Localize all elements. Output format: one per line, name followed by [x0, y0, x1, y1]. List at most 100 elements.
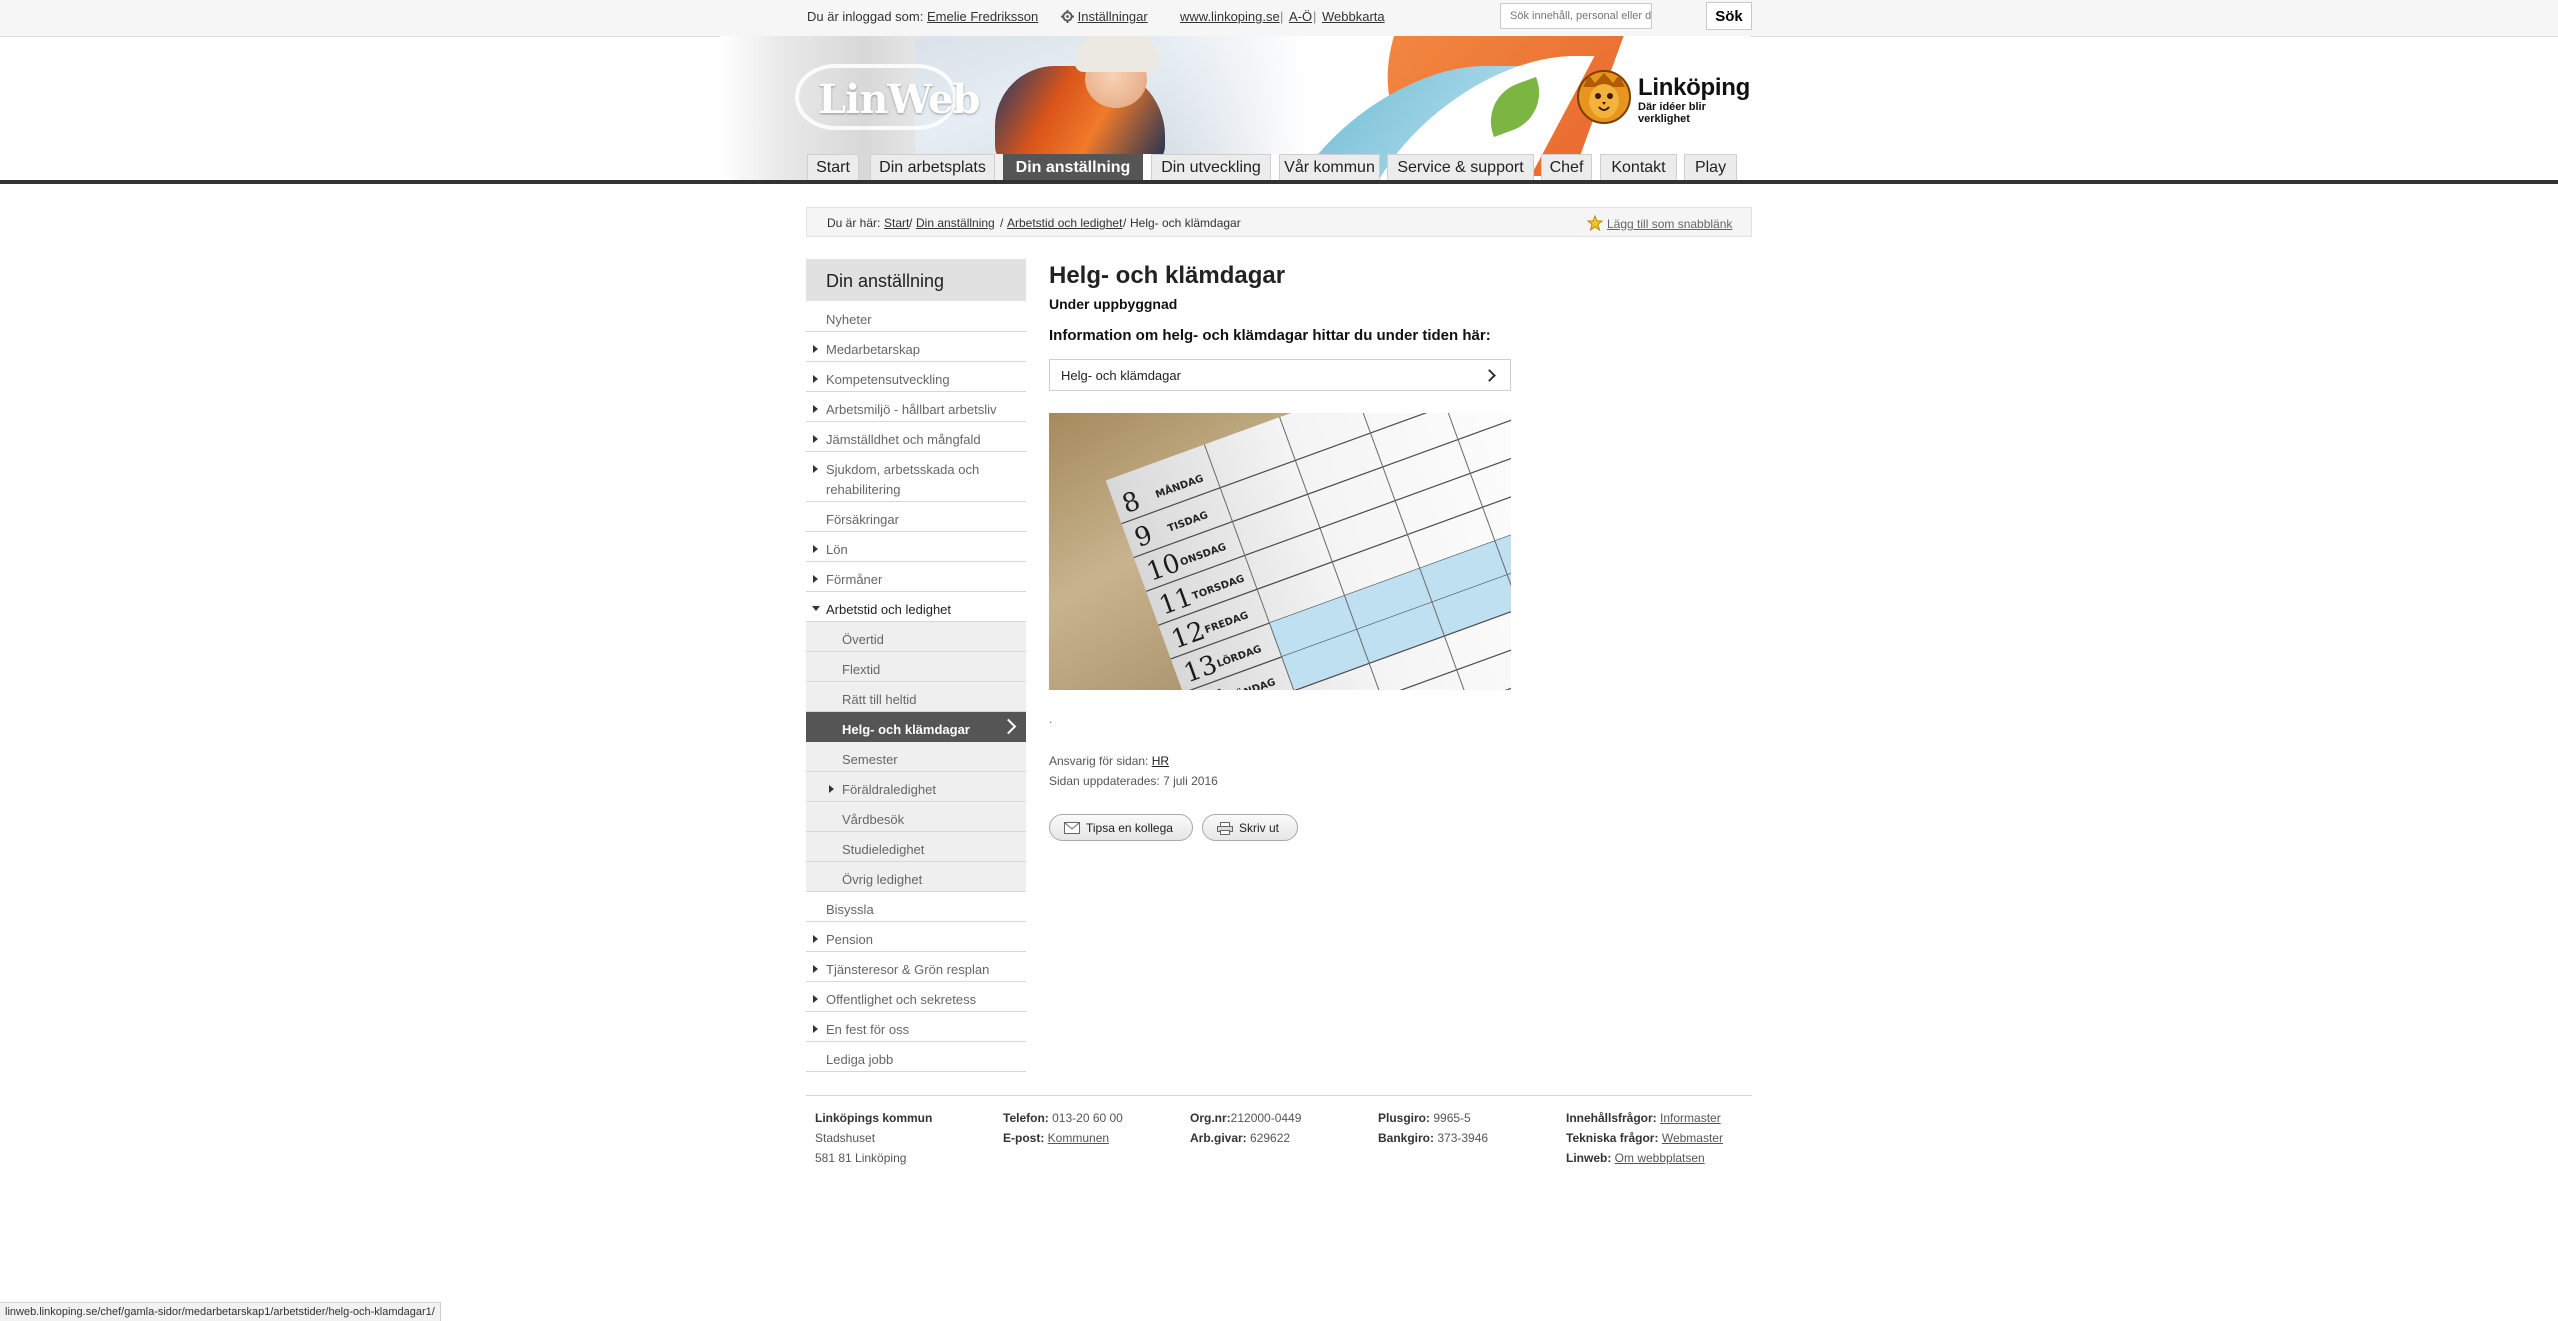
- search-button[interactable]: Sök: [1706, 2, 1752, 30]
- breadcrumb-link-din-anstallning[interactable]: Din anställning: [916, 216, 995, 230]
- sidebar-item-label: Förmåner: [826, 572, 883, 587]
- sidebar-item[interactable]: Lediga jobb: [806, 1042, 1026, 1072]
- sidebar-item[interactable]: Föräldraledighet: [806, 772, 1026, 802]
- sidebar-item-label: Rätt till heltid: [842, 692, 917, 707]
- calendar-photo: 8 MÅNDAG9 TISDAG10ONSDAG11TORSDAG12FREDAG1…: [1049, 413, 1511, 690]
- sidebar-item-label: Jämställdhet och mångfald: [826, 432, 981, 447]
- link-label: Helg- och klämdagar: [1061, 368, 1181, 383]
- sidebar-item[interactable]: Vårdbesök: [806, 802, 1026, 832]
- az-link[interactable]: A-Ö: [1289, 9, 1312, 24]
- page-title: Helg- och klämdagar: [1049, 262, 1286, 289]
- envelope-icon: [1064, 822, 1080, 834]
- expand-arrow-icon[interactable]: [813, 545, 818, 553]
- chevron-right-icon: [1000, 718, 1017, 735]
- sidebar-item-label: Sjukdom, arbetsskada och rehabilitering: [826, 462, 980, 497]
- sidebar-item[interactable]: Arbetsmiljö - hållbart arbetsliv: [806, 392, 1026, 422]
- user-name-link[interactable]: Emelie Fredriksson: [927, 9, 1038, 24]
- sidebar-item[interactable]: Semester: [806, 742, 1026, 772]
- footer-address: Linköpings kommun Stadshuset 581 81 Link…: [815, 1111, 933, 1165]
- tab-din-utveckling[interactable]: Din utveckling: [1151, 154, 1271, 180]
- expand-arrow-icon[interactable]: [813, 575, 818, 583]
- sidebar-item[interactable]: En fest för oss: [806, 1012, 1026, 1042]
- expand-arrow-icon[interactable]: [813, 1025, 818, 1033]
- breadcrumb-link-arbetstid[interactable]: Arbetstid och ledighet: [1007, 216, 1122, 230]
- footer-divider: [806, 1095, 1752, 1096]
- sitemap-link[interactable]: Webbkarta: [1322, 9, 1385, 24]
- nav-underline: [0, 180, 2558, 184]
- sidebar-item[interactable]: Övertid: [806, 622, 1026, 652]
- sidebar-item-label: Försäkringar: [826, 512, 899, 527]
- sidebar-item[interactable]: Jämställdhet och mångfald: [806, 422, 1026, 452]
- sidebar-item[interactable]: Offentlighet och sekretess: [806, 982, 1026, 1012]
- sidebar-item[interactable]: Medarbetarskap: [806, 332, 1026, 362]
- sidebar-item[interactable]: Övrig ledighet: [806, 862, 1026, 892]
- footer-webmaster-link[interactable]: Webmaster: [1662, 1131, 1723, 1145]
- sidebar-item-label: Övrig ledighet: [842, 872, 923, 887]
- sidebar-item[interactable]: Förmåner: [806, 562, 1026, 592]
- gear-icon: [1061, 10, 1074, 23]
- sidebar-title[interactable]: Din anställning: [806, 259, 1026, 301]
- expand-arrow-icon[interactable]: [813, 965, 818, 973]
- tab-service-support[interactable]: Service & support: [1387, 154, 1534, 180]
- sidebar-item[interactable]: Pension: [806, 922, 1026, 952]
- responsible-link[interactable]: HR: [1152, 754, 1169, 768]
- sidebar-item-label: Övertid: [842, 632, 884, 647]
- expand-arrow-icon[interactable]: [813, 345, 818, 353]
- sidebar-item-label: Tjänsteresor & Grön resplan: [826, 962, 990, 977]
- sidebar-item[interactable]: Arbetstid och ledighet: [806, 592, 1026, 622]
- brand-tagline: Där idéer blir verklighet: [1638, 101, 1706, 125]
- sidebar-item-label: Studieledighet: [842, 842, 925, 857]
- helg-klamdagar-link[interactable]: Helg- och klämdagar: [1049, 359, 1511, 391]
- sidebar-item[interactable]: Sjukdom, arbetsskada och rehabilitering: [806, 452, 1026, 502]
- sidebar-item[interactable]: Studieledighet: [806, 832, 1026, 862]
- chevron-right-icon: [1483, 369, 1496, 382]
- expand-arrow-icon[interactable]: [813, 465, 818, 473]
- settings-link[interactable]: Inställningar: [1061, 9, 1148, 24]
- tab-din-arbetsplats[interactable]: Din arbetsplats: [870, 154, 995, 180]
- sidebar-item[interactable]: Kompetensutveckling: [806, 362, 1026, 392]
- expand-arrow-icon[interactable]: [813, 375, 818, 383]
- tab-var-kommun[interactable]: Vår kommun: [1279, 154, 1380, 180]
- add-shortcut-link[interactable]: Lägg till som snabblänk: [1607, 217, 1732, 231]
- sidebar-item-label: Pension: [826, 932, 873, 947]
- expand-arrow-icon[interactable]: [813, 405, 818, 413]
- lion-logo-icon[interactable]: [1577, 69, 1631, 125]
- sidebar-item[interactable]: Bisyssla: [806, 892, 1026, 922]
- footer-about-link[interactable]: Om webbplatsen: [1615, 1151, 1705, 1165]
- sidebar-item-label: Kompetensutveckling: [826, 372, 950, 387]
- sidebar-item[interactable]: Nyheter: [806, 302, 1026, 332]
- footer-contact: Telefon: 013-20 60 00 E-post: Kommunen: [1003, 1111, 1123, 1145]
- sidebar-item[interactable]: Rätt till heltid: [806, 682, 1026, 712]
- collapse-arrow-icon[interactable]: [812, 606, 820, 611]
- expand-arrow-icon[interactable]: [813, 935, 818, 943]
- footer-org: Org.nr:212000-0449 Arb.givar: 629622: [1190, 1111, 1302, 1145]
- sidebar-item[interactable]: Flextid: [806, 652, 1026, 682]
- expand-arrow-icon[interactable]: [813, 995, 818, 1003]
- browser-status-bar: linweb.linkoping.se/chef/gamla-sidor/med…: [0, 1302, 441, 1321]
- print-button[interactable]: Skriv ut: [1202, 814, 1298, 841]
- updated-date: Sidan uppdaterades: 7 juli 2016: [1049, 774, 1218, 788]
- sidebar-item-label: Lediga jobb: [826, 1052, 894, 1067]
- breadcrumb: Du är här: Start / Din anställning / Arb…: [806, 207, 1752, 237]
- sidebar-item[interactable]: Tjänsteresor & Grön resplan: [806, 952, 1026, 982]
- footer-informaster-link[interactable]: Informaster: [1660, 1111, 1721, 1125]
- sidebar-item[interactable]: Försäkringar: [806, 502, 1026, 532]
- tab-chef[interactable]: Chef: [1541, 154, 1592, 180]
- tab-din-anstallning[interactable]: Din anställning: [1003, 154, 1143, 180]
- tab-kontakt[interactable]: Kontakt: [1600, 154, 1677, 180]
- sidebar-item-label: Vårdbesök: [842, 812, 905, 827]
- expand-arrow-icon[interactable]: [829, 785, 834, 793]
- tab-play[interactable]: Play: [1684, 154, 1737, 180]
- breadcrumb-link-start[interactable]: Start: [884, 216, 909, 230]
- footer-email-link[interactable]: Kommunen: [1048, 1131, 1109, 1145]
- expand-arrow-icon[interactable]: [813, 435, 818, 443]
- sidebar-item[interactable]: Helg- och klämdagar: [806, 712, 1026, 742]
- linweb-logo-text[interactable]: LinWeb: [818, 76, 980, 123]
- sidebar-item[interactable]: Lön: [806, 532, 1026, 562]
- tip-colleague-button[interactable]: Tipsa en kollega: [1049, 814, 1193, 841]
- linkoping-link[interactable]: www.linkoping.se: [1180, 9, 1280, 24]
- star-icon[interactable]: [1587, 215, 1603, 231]
- sidebar-item-label: Arbetsmiljö - hållbart arbetsliv: [826, 402, 997, 417]
- search-input[interactable]: [1500, 3, 1652, 29]
- tab-start[interactable]: Start: [807, 154, 859, 180]
